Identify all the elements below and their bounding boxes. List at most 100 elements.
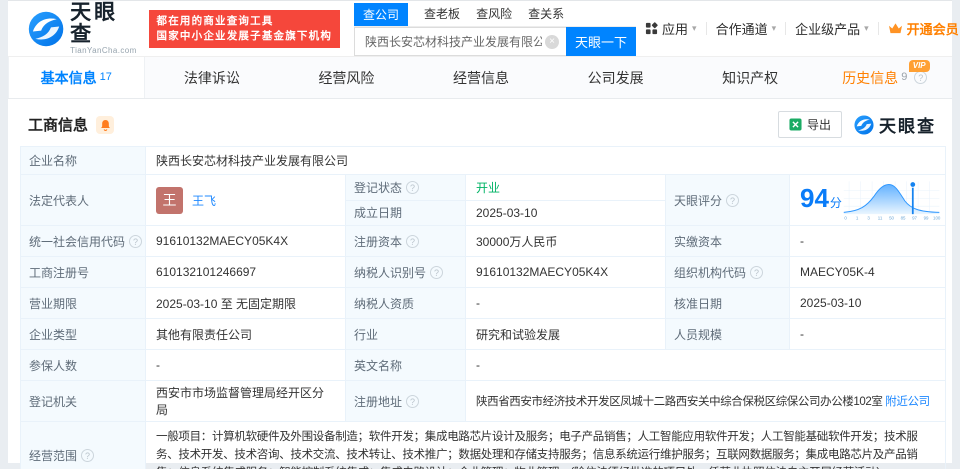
section-title: 工商信息 (28, 117, 89, 134)
reg-address-cell: 陕西省西安市经济技术开发区凤城十二路西安关中综合保税区综保公司办公楼102室 附… (464, 380, 947, 422)
tianyancha-page: 天眼查 TianYanCha.com 都在用的商业查询工具 国家中小企业发展子基… (8, 0, 959, 469)
score-distribution-chart: 0 1 3 11 50 85 97 99 100 (843, 181, 941, 220)
tab-label: 公司发展 (587, 69, 644, 86)
chart-x-ticks: 0 1 3 11 50 85 97 99 100 (844, 215, 941, 220)
svg-text:11: 11 (878, 215, 883, 220)
help-icon[interactable]: ? (406, 394, 420, 408)
reg-capital-value: 30000万人民币 (465, 225, 666, 257)
nav-partner-channel[interactable]: 合作通道 ▾ (707, 19, 786, 38)
business-scope-value: 一般项目：计算机软硬件及外围设备制造；软件开发；集成电路芯片设计及服务；电子产品… (144, 421, 947, 469)
field-label: 统一社会信用代码? (20, 225, 146, 257)
english-name-value: - (464, 349, 947, 381)
legal-rep-cell: 王 王飞 (145, 174, 346, 226)
tab-legal-proceedings[interactable]: 法律诉讼 (145, 57, 280, 98)
tab-label: 知识产权 (722, 69, 779, 86)
search-tab-boss[interactable]: 查老板 (424, 2, 460, 26)
nav-enterprise-products[interactable]: 企业级产品 ▾ (786, 19, 878, 38)
credit-code-value: 91610132MAECY05K4X (145, 225, 346, 257)
reg-authority-value: 西安市市场监督管理局经开区分局 (145, 380, 346, 422)
svg-text:0: 0 (844, 215, 847, 220)
field-label: 纳税人资质 (345, 287, 466, 319)
search-tab-relation[interactable]: 查关系 (528, 2, 564, 26)
field-label: 行业 (345, 318, 466, 350)
help-icon[interactable]: ? (430, 265, 444, 279)
tab-operational-risk[interactable]: 经营风险 (279, 57, 414, 98)
logo-domain: TianYanCha.com (70, 46, 137, 55)
field-label: 英文名称 (345, 349, 466, 381)
nav-partner-label: 合作通道 (715, 22, 768, 37)
help-icon[interactable]: ? (81, 448, 95, 462)
export-label: 导出 (806, 118, 831, 132)
nearby-companies-link[interactable]: 附近公司 (885, 396, 930, 408)
tab-basic-info[interactable]: 基本信息 17 (8, 57, 145, 98)
business-info-table: 企业名称 陕西长安芯材科技产业发展有限公司 法定代表人 王 王飞 登记状态? 开… (20, 146, 947, 469)
nav-open-vip[interactable]: 开通会员 ▾ (879, 19, 960, 38)
company-name-value: 陕西长安芯材科技产业发展有限公司 (144, 146, 947, 175)
logo-name: 天眼查 (70, 1, 119, 46)
site-header: 天眼查 TianYanCha.com 都在用的商业查询工具 国家中小企业发展子基… (8, 1, 959, 57)
export-button[interactable]: 导出 (777, 111, 842, 138)
avatar[interactable]: 王 (156, 186, 183, 214)
orange-bell-icon (100, 119, 110, 131)
tab-label: 历史信息 (842, 69, 899, 86)
promo-line1: 都在用的商业查询工具 (156, 14, 274, 27)
svg-text:97: 97 (912, 215, 917, 220)
table-row: 法定代表人 王 王飞 登记状态? 开业 天眼评分? 94分 0 1 3 11 5… (20, 174, 947, 226)
table-row: 企业名称 陕西长安芯材科技产业发展有限公司 (20, 146, 947, 175)
search-tab-risk[interactable]: 查风险 (476, 2, 512, 26)
field-label: 核准日期 (665, 287, 790, 319)
field-label: 登记机关 (20, 380, 146, 422)
field-label: 人员规模 (665, 318, 790, 350)
svg-text:99: 99 (924, 215, 929, 220)
reg-status-value: 开业 (465, 174, 666, 201)
establish-date-value: 2025-03-10 (465, 199, 666, 226)
field-label: 纳税人识别号? (345, 256, 466, 288)
score-value: 94分 (800, 182, 842, 213)
help-icon[interactable]: ? (406, 234, 420, 248)
table-row: 企业类型 其他有限责任公司 行业 研究和试验发展 人员规模 - (20, 318, 947, 350)
search-button[interactable]: 天眼一下 (566, 26, 637, 56)
legal-rep-link[interactable]: 王飞 (192, 192, 216, 209)
tab-intellectual-property[interactable]: 知识产权 (683, 57, 818, 98)
search-tabs: 查公司 查老板 查风险 查关系 (354, 2, 637, 27)
help-icon[interactable]: ? (129, 234, 143, 248)
nav-apps-label: 应用 (662, 22, 689, 37)
company-type-value: 其他有限责任公司 (145, 318, 346, 350)
table-row: 营业期限 2025-03-10 至 无固定期限 纳税人资质 - 核准日期 202… (20, 287, 947, 319)
tab-count: 17 (99, 70, 112, 83)
site-logo[interactable]: 天眼查 TianYanCha.com (28, 2, 139, 55)
nav-apps[interactable]: 应用 ▾ (636, 19, 706, 38)
score-cell: 94分 0 1 3 11 50 85 97 99 100 (788, 174, 947, 226)
table-row: 经营范围? 一般项目：计算机软硬件及外围设备制造；软件开发；集成电路芯片设计及服… (20, 421, 947, 469)
field-label: 参保人数 (20, 349, 146, 381)
help-icon[interactable]: ? (406, 180, 420, 194)
svg-text:1: 1 (856, 215, 859, 220)
help-icon[interactable]: ? (750, 265, 764, 279)
search-input[interactable] (354, 26, 567, 56)
search-tab-company[interactable]: 查公司 (354, 2, 409, 26)
table-row: 参保人数 - 英文名称 - (20, 349, 947, 381)
company-tabbar: 基本信息 17 法律诉讼 经营风险 经营信息 公司发展 知识产权 VIP 历史信… (8, 57, 952, 99)
promo-line2: 国家中小企业发展子基金旗下机构 (156, 29, 333, 42)
business-term-value: 2025-03-10 至 无固定期限 (145, 287, 346, 319)
approval-date-value: 2025-03-10 (788, 287, 947, 319)
tab-history-info[interactable]: VIP 历史信息 9 ? (817, 57, 952, 98)
help-icon[interactable]: ? (914, 71, 928, 84)
paid-capital-value: - (788, 225, 947, 257)
field-label: 天眼评分? (665, 174, 790, 226)
tab-company-development[interactable]: 公司发展 (548, 57, 683, 98)
watermark-logo: 天眼查 (854, 112, 936, 137)
help-icon[interactable]: ? (726, 193, 740, 207)
field-label: 营业期限 (20, 287, 146, 319)
tab-business-info[interactable]: 经营信息 (414, 57, 549, 98)
svg-text:3: 3 (867, 215, 870, 220)
org-code-value: MAECY05K-4 (788, 256, 947, 288)
score-marker-pin (909, 181, 917, 188)
subscribe-bell-button[interactable] (96, 115, 115, 134)
clear-search-icon[interactable]: × (545, 34, 560, 49)
taxpayer-quality-value: - (465, 287, 666, 319)
apps-grid-icon (645, 22, 658, 35)
watermark-text: 天眼查 (879, 117, 936, 136)
tab-count: 9 (901, 70, 908, 83)
tianyancha-logo-icon (28, 11, 64, 46)
